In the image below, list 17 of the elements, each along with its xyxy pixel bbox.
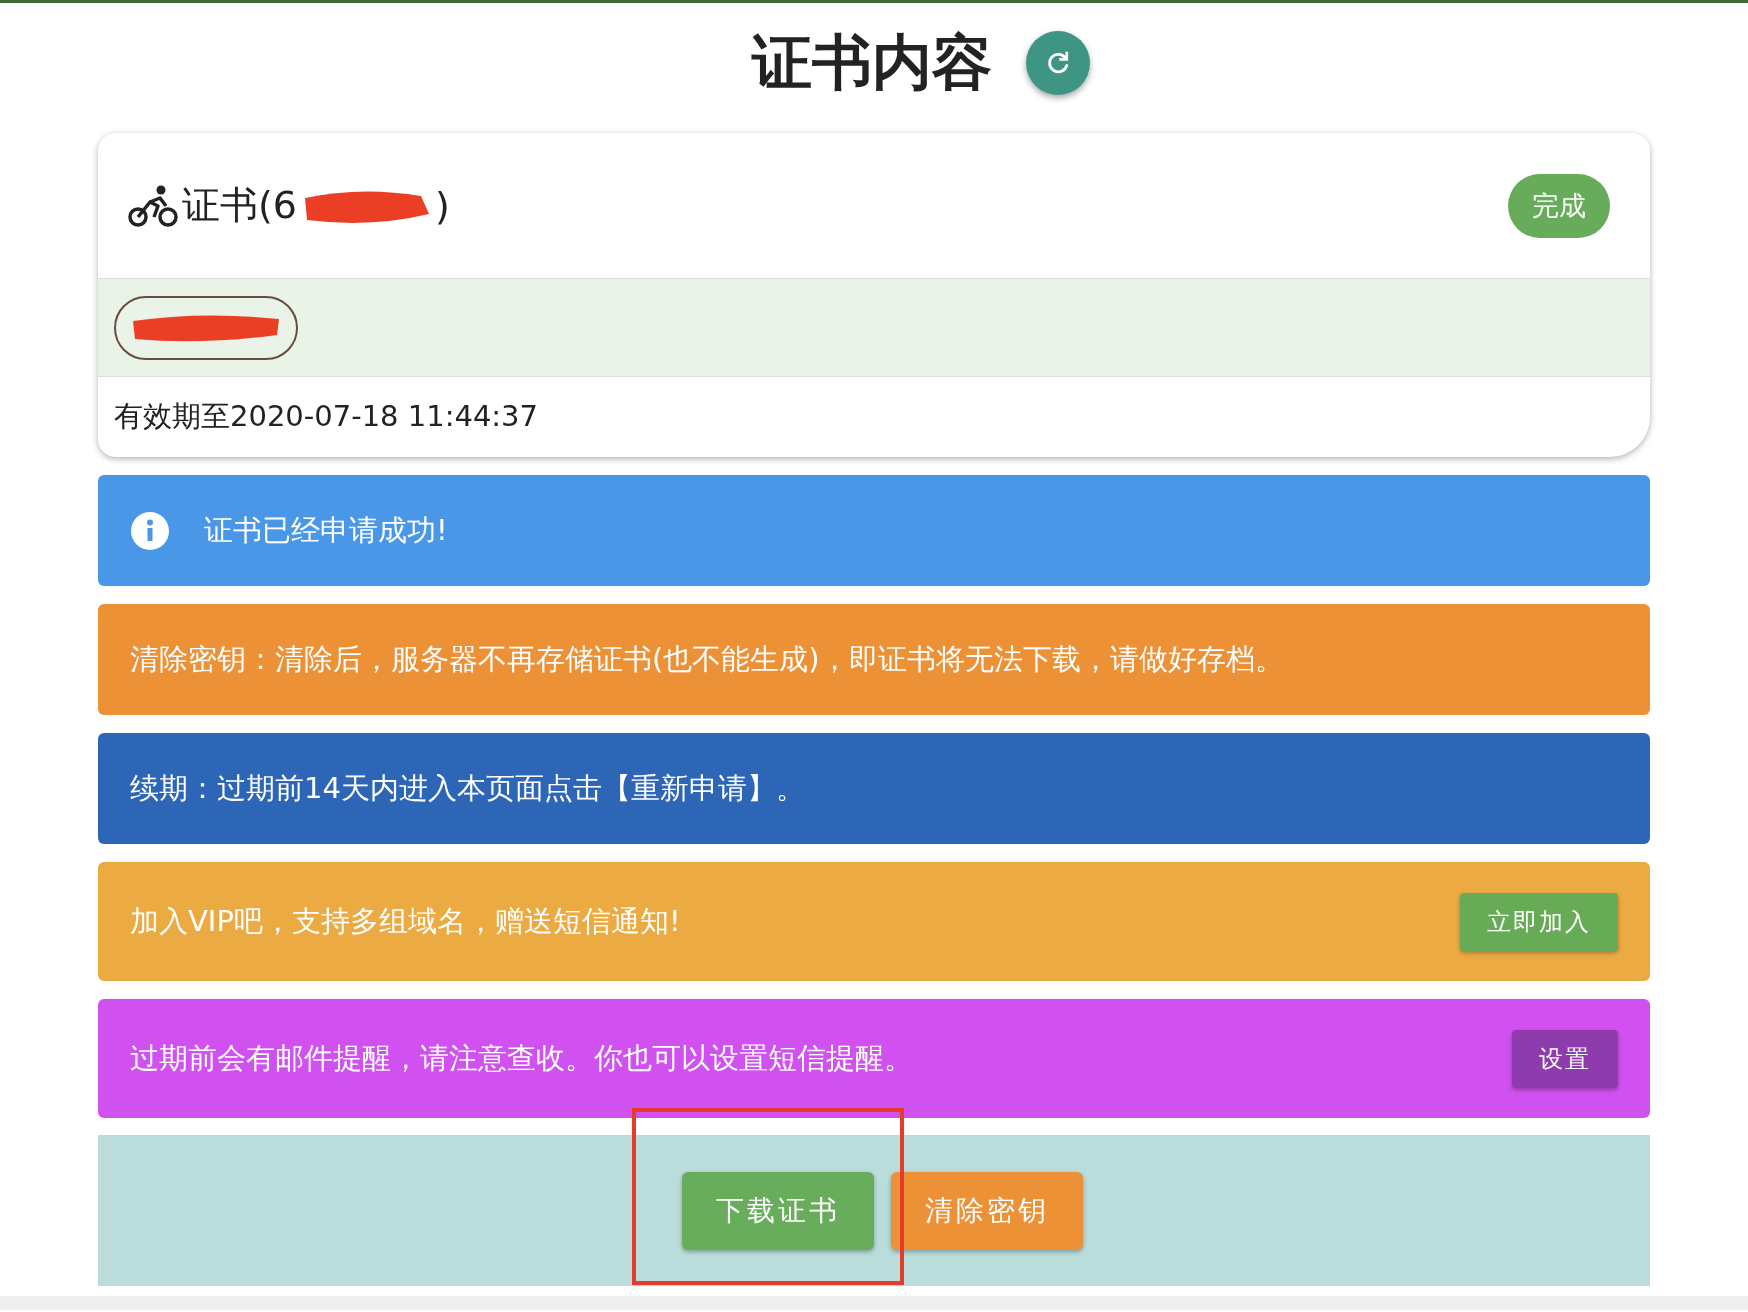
validity-text: 有效期至2020-07-18 11:44:37: [113, 398, 539, 435]
action-button[interactable]: 下载证书: [681, 1171, 874, 1250]
alert-text: 过期前会有邮件提醒，请注意查收。你也可以设置短信提醒。: [130, 1039, 913, 1077]
alert-text: 加入VIP吧，支持多组域名，赠送短信通知!: [130, 902, 681, 940]
refresh-button[interactable]: [1026, 31, 1090, 95]
certificate-title: ): [435, 183, 450, 228]
alert-text: 续期：过期前14天内进入本页面点击【重新申请】。: [130, 769, 805, 807]
alert-text: 证书已经申请成功!: [204, 511, 448, 549]
info-icon: [130, 510, 170, 551]
certificate-title: 证书(6: [182, 182, 297, 229]
alert-button[interactable]: 立即加入: [1460, 892, 1618, 951]
page-title: 证书内容: [752, 25, 992, 99]
status-badge: 完成: [1508, 173, 1610, 238]
alert-button[interactable]: 设置: [1512, 1029, 1618, 1088]
alert-text: 清除密钥：清除后，服务器不再存储证书(也不能生成)，即证书将无法下载，请做好存档。: [130, 640, 1284, 678]
action-button[interactable]: 清除密钥: [890, 1171, 1083, 1250]
cyclist-icon: [128, 183, 178, 228]
